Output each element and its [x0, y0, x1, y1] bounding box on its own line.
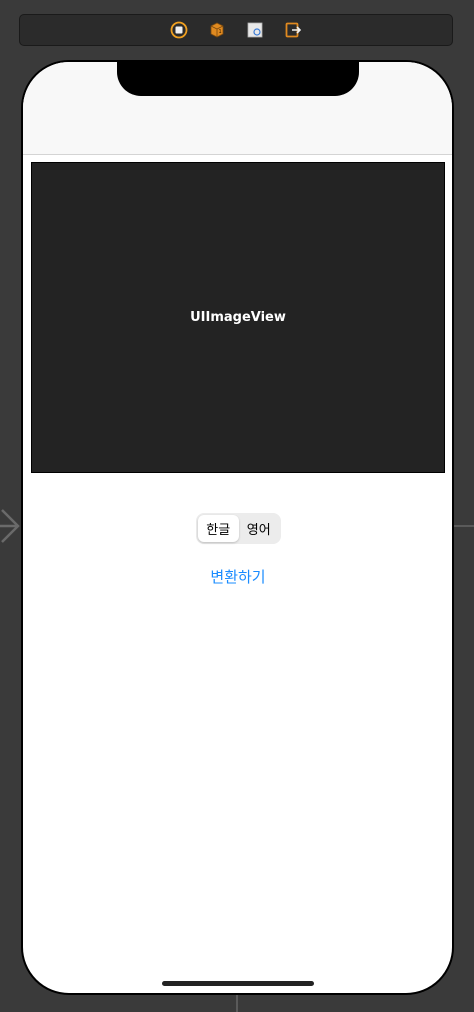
safe-area-top: [23, 62, 452, 155]
segment-english[interactable]: 영어: [239, 515, 280, 542]
exit-icon[interactable]: [283, 20, 303, 40]
scene-dock: 1: [19, 14, 453, 46]
image-view[interactable]: UIImageView: [31, 162, 445, 473]
convert-button[interactable]: 변환하기: [188, 564, 288, 588]
language-segmented-control[interactable]: 한글 영어: [196, 513, 281, 544]
canvas-guide-line: [452, 525, 474, 527]
first-responder-icon[interactable]: 1: [207, 20, 227, 40]
svg-text:1: 1: [219, 29, 222, 35]
canvas-guide-line: [236, 994, 238, 1012]
image-view-label: UIImageView: [190, 310, 286, 325]
device-frame: UIImageView 한글 영어 변환하기: [21, 60, 454, 995]
segment-korean[interactable]: 한글: [198, 515, 239, 542]
home-indicator: [162, 981, 314, 986]
segment-korean-label: 한글: [206, 523, 231, 538]
segment-english-label: 영어: [246, 523, 271, 538]
device-notch: [117, 62, 359, 96]
storyboard-entry-arrow-icon: [0, 509, 20, 543]
storyboard-entry-icon[interactable]: [245, 20, 265, 40]
view-controller-icon[interactable]: [169, 20, 189, 40]
